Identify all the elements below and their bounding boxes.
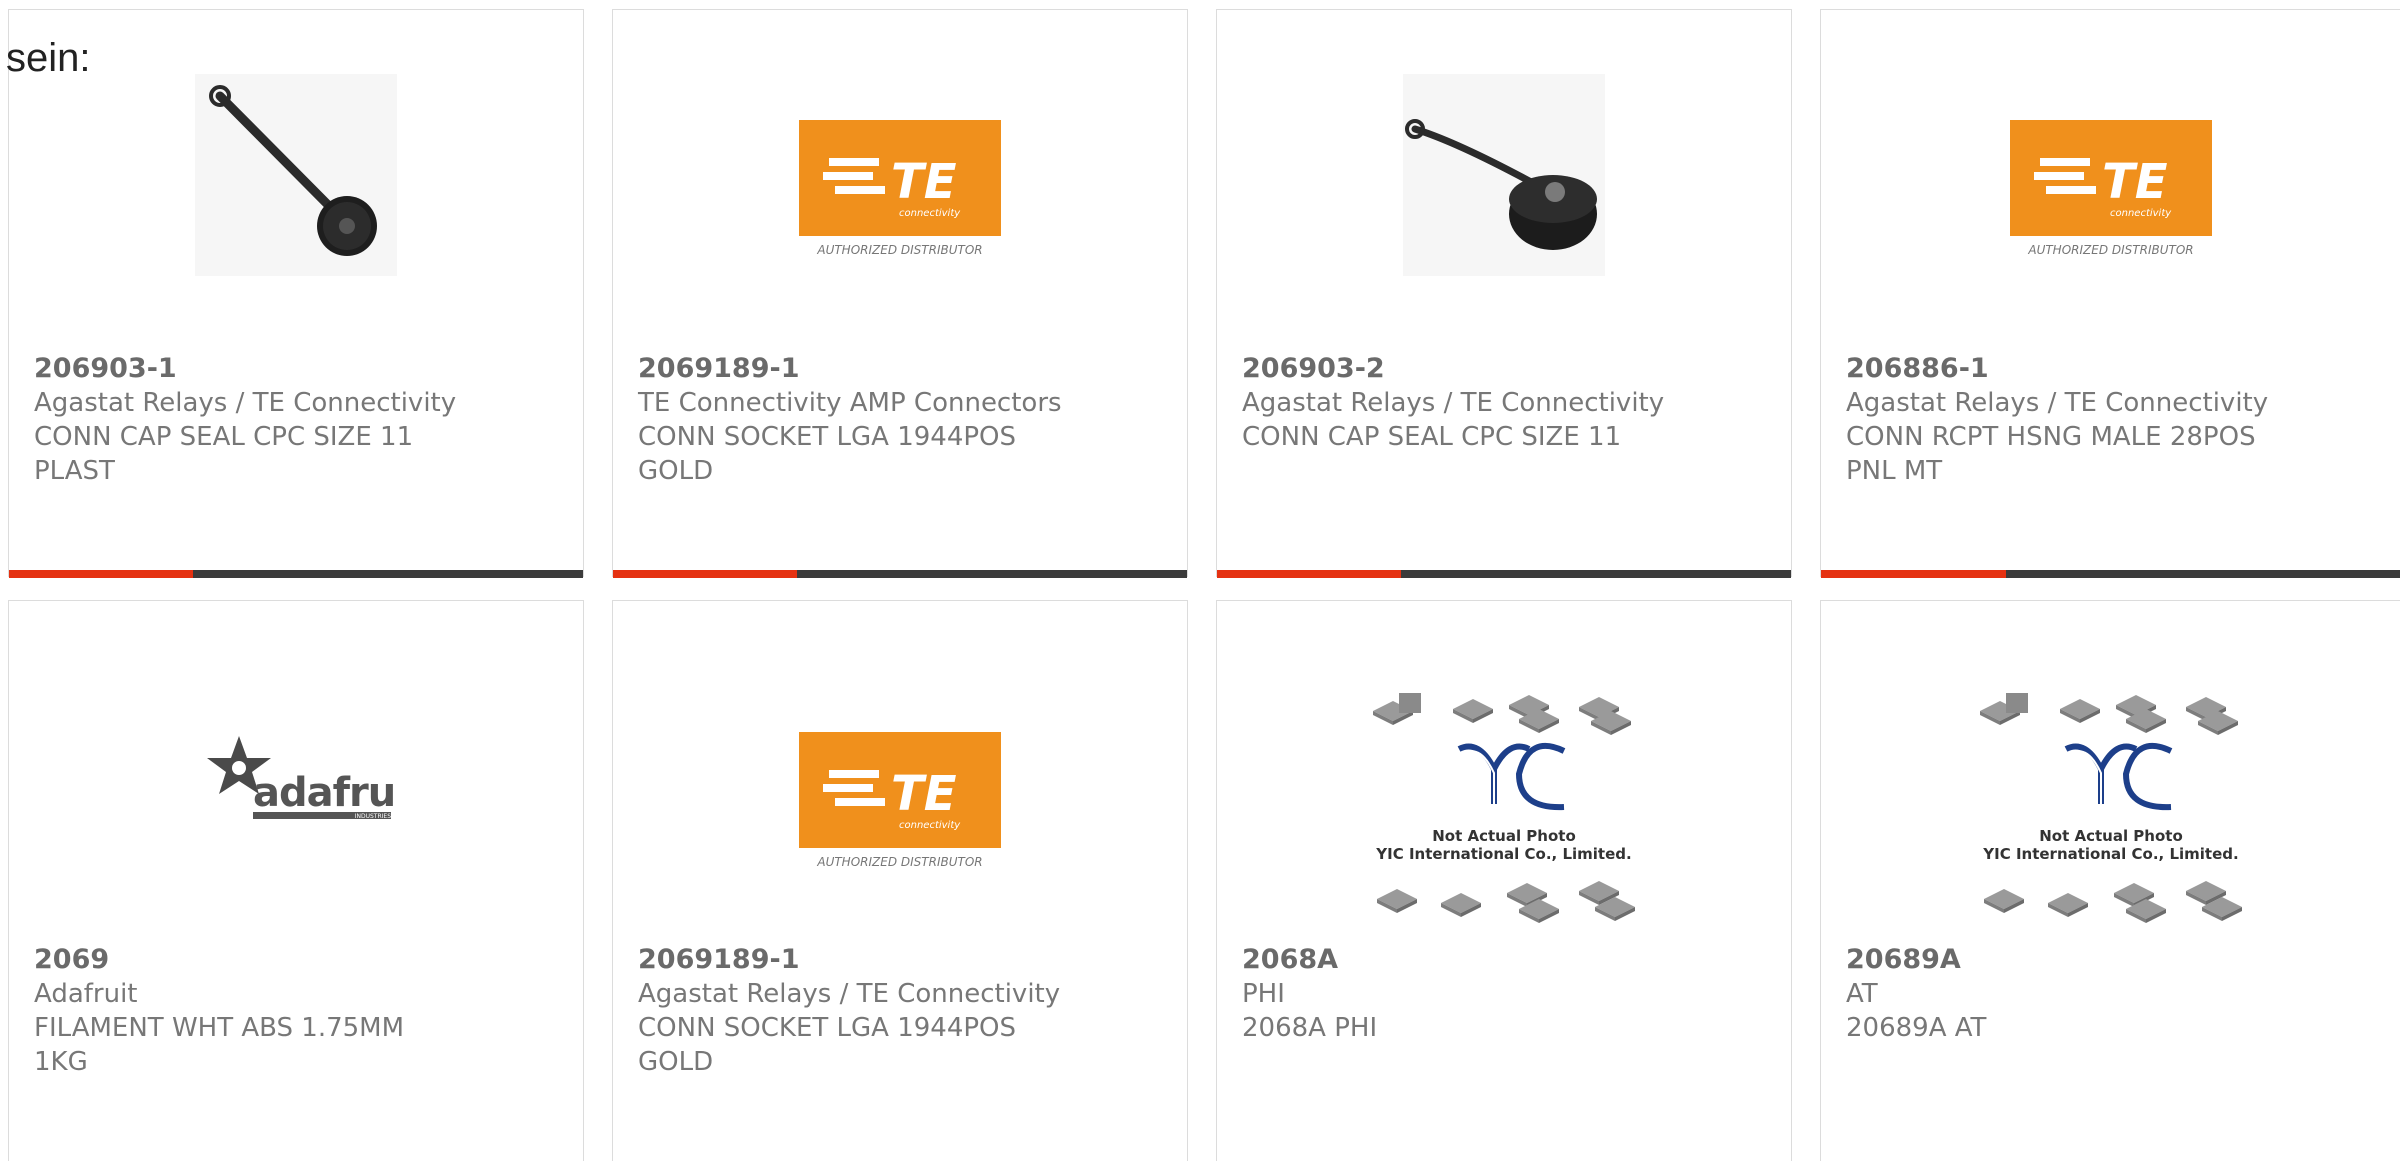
product-card[interactable]: adafruit INDUSTRIES 2069 Adafruit FILAME… (8, 600, 584, 1161)
product-info: 206903-2 Agastat Relays / TE Connectivit… (1242, 352, 1771, 454)
te-sub: connectivity (899, 208, 961, 219)
product-card[interactable]: TE connectivity AUTHORIZED DISTRIBUTOR 2… (612, 9, 1188, 578)
manufacturer: Agastat Relays / TE Connectivity (1846, 388, 2269, 418)
product-info: 20689A AT 20689A AT (1846, 943, 2380, 1045)
part-number[interactable]: 2069 (34, 943, 563, 977)
product-card[interactable]: Not Actual Photo YIC International Co., … (1216, 600, 1792, 1161)
adafruit-wordmark: adafruit (253, 770, 397, 816)
product-info: 2069 Adafruit FILAMENT WHT ABS 1.75MM 1K… (34, 943, 563, 1079)
manufacturer: Agastat Relays / TE Connectivity (1242, 388, 1665, 418)
description: CONN SOCKET LGA 1944POS GOLD (638, 1013, 1017, 1077)
description: 20689A AT (1846, 1013, 1987, 1043)
manufacturer: AT (1846, 979, 1878, 1009)
part-number[interactable]: 20689A (1846, 943, 2380, 977)
cap-seal-photo-icon (1403, 74, 1605, 276)
te-wordmark: TE (891, 154, 957, 210)
product-card[interactable]: 206903-2 Agastat Relays / TE Connectivit… (1216, 9, 1792, 578)
te-caption: AUTHORIZED DISTRIBUTOR (816, 243, 982, 257)
product-info: 2069189-1 TE Connectivity AMP Connectors… (638, 352, 1167, 488)
adafruit-logo: adafruit INDUSTRIES (195, 686, 397, 888)
te-caption: AUTHORIZED DISTRIBUTOR (2027, 243, 2193, 257)
progress-bar (613, 570, 1187, 578)
product-info: 206903-1 Agastat Relays / TE Connectivit… (34, 352, 563, 488)
part-number[interactable]: 206886-1 (1846, 352, 2380, 386)
manufacturer: Adafruit (34, 979, 138, 1009)
part-number[interactable]: 2068A (1242, 943, 1771, 977)
manufacturer: PHI (1242, 979, 1285, 1009)
te-connectivity-logo: TE connectivity AUTHORIZED DISTRIBUTOR (799, 74, 1001, 276)
product-info: 2069189-1 Agastat Relays / TE Connectivi… (638, 943, 1167, 1079)
yic-line1: Not Actual Photo (2039, 827, 2183, 845)
progress-fill (9, 570, 193, 578)
te-sub: connectivity (2110, 208, 2172, 219)
yic-line1: Not Actual Photo (1432, 827, 1576, 845)
progress-bar (1821, 570, 2400, 578)
description: CONN RCPT HSNG MALE 28POS PNL MT (1846, 422, 2256, 486)
manufacturer: Agastat Relays / TE Connectivity (34, 388, 457, 418)
intro-text: sein: (6, 36, 91, 80)
progress-bar (1217, 570, 1791, 578)
part-number[interactable]: 206903-2 (1242, 352, 1771, 386)
manufacturer: TE Connectivity AMP Connectors (638, 388, 1062, 418)
description: CONN SOCKET LGA 1944POS GOLD (638, 422, 1017, 486)
yic-line2: YIC International Co., Limited. (1375, 845, 1631, 863)
product-info: 2068A PHI 2068A PHI (1242, 943, 1771, 1045)
te-connectivity-logo: TE connectivity AUTHORIZED DISTRIBUTOR (2009, 74, 2212, 276)
yic-not-actual-photo: Not Actual Photo YIC International Co., … (1369, 689, 1639, 939)
description: CONN CAP SEAL CPC SIZE 11 PLAST (34, 422, 414, 486)
product-grid-page: sein: 206903-1 Agastat Relays / TE Conne… (0, 0, 2400, 1161)
description: 2068A PHI (1242, 1013, 1378, 1043)
cap-seal-photo-icon (195, 74, 397, 276)
te-sub: connectivity (899, 820, 961, 831)
description: FILAMENT WHT ABS 1.75MM 1KG (34, 1013, 405, 1077)
te-caption: AUTHORIZED DISTRIBUTOR (816, 855, 982, 869)
progress-fill (613, 570, 797, 578)
description: CONN CAP SEAL CPC SIZE 11 (1242, 422, 1622, 452)
progress-fill (1217, 570, 1401, 578)
part-number[interactable]: 2069189-1 (638, 352, 1167, 386)
progress-bar (9, 570, 583, 578)
product-info: 206886-1 Agastat Relays / TE Connectivit… (1846, 352, 2380, 488)
part-number[interactable]: 206903-1 (34, 352, 563, 386)
yic-line2: YIC International Co., Limited. (1982, 845, 2238, 863)
product-card[interactable]: TE connectivity AUTHORIZED DISTRIBUTOR 2… (1820, 9, 2400, 578)
te-wordmark: TE (2102, 154, 2168, 210)
te-wordmark: TE (891, 766, 957, 822)
product-card[interactable]: TE connectivity AUTHORIZED DISTRIBUTOR 2… (612, 600, 1188, 1161)
product-card[interactable]: 206903-1 Agastat Relays / TE Connectivit… (8, 9, 584, 578)
yic-not-actual-photo: Not Actual Photo YIC International Co., … (1976, 689, 2246, 939)
progress-fill (1821, 570, 2007, 578)
product-card[interactable]: Not Actual Photo YIC International Co., … (1820, 600, 2400, 1161)
part-number[interactable]: 2069189-1 (638, 943, 1167, 977)
adafruit-sub: INDUSTRIES (355, 813, 391, 820)
manufacturer: Agastat Relays / TE Connectivity (638, 979, 1061, 1009)
te-connectivity-logo: TE connectivity AUTHORIZED DISTRIBUTOR (799, 686, 1001, 888)
